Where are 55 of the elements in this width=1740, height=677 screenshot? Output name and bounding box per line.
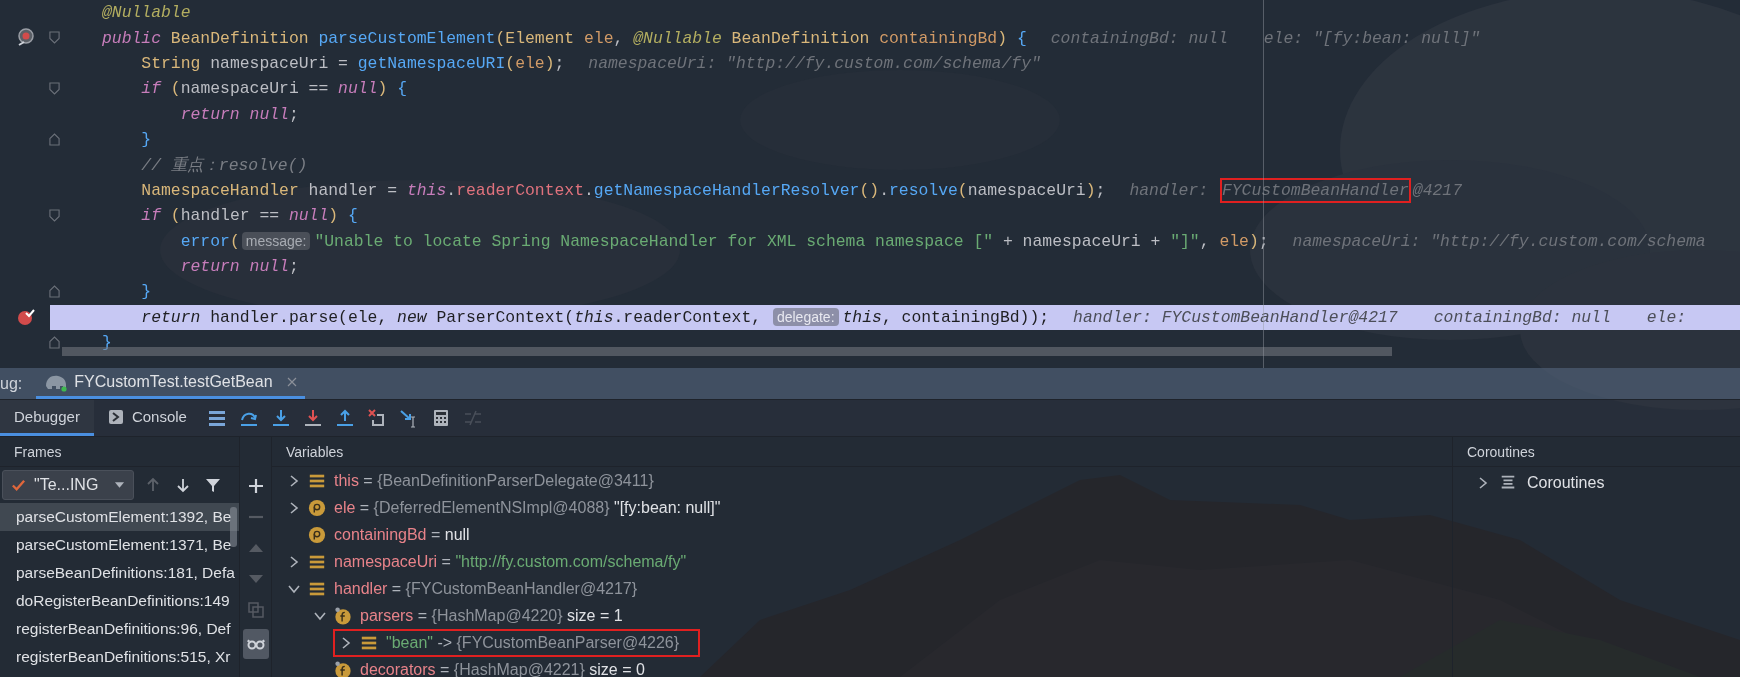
panel-tab[interactable]: Console [93, 400, 201, 436]
stack-frame[interactable]: registerBeanDefinitions:96, Def [0, 615, 239, 643]
variable-value: decorators = {HashMap@4221} size = 0 [360, 660, 645, 677]
scrollbar-thumb[interactable] [230, 507, 237, 547]
code-line: return null; [179, 257, 299, 277]
stack-frame[interactable]: parseBeanDefinitions:181, Defa [0, 559, 239, 587]
glasses-icon[interactable] [242, 629, 269, 659]
stack-frame[interactable]: parseCustomElement:1371, Be [0, 531, 239, 559]
stack-frame[interactable]: parseCustomElement:1392, Be [0, 503, 239, 531]
code-line: if (handler == null) { [140, 206, 358, 226]
inline-hint: handler: FYCustomBeanHandler @4217 [1127, 180, 1464, 200]
coroutine-item[interactable]: Coroutines [1527, 474, 1605, 492]
stack-frame[interactable]: registerBeanDefinitions:515, Xr [0, 643, 239, 671]
code-line: return handler.parse(ele, new ParserContext(this.readerContext, delegate: this, containingBd)); [140, 307, 1050, 327]
variable-value: parsers = {HashMap@4220} size = 1 [360, 606, 623, 625]
variable-value: ele = {DeferredElementNSImpl@4088} "[fy:bean: null]" [334, 498, 721, 517]
variable-value: this = {BeanDefinitionParserDelegate@3411} [334, 471, 654, 490]
field-icon [334, 606, 352, 625]
inline-hint: ele: "[fy:bean: null]" [1262, 28, 1482, 48]
close-icon[interactable] [286, 377, 297, 387]
inline-hint: namespaceUri: "http://fy.custom.com/schema [1291, 231, 1707, 251]
code-line: public BeanDefinition parseCustomElement(Element ele, @Nullable BeanDefinition containingBd) { [102, 28, 1027, 48]
code-line: if (namespaceUri == null) { [140, 79, 407, 99]
field-icon [334, 660, 352, 677]
parameter-icon [308, 525, 326, 544]
variable-value: namespaceUri = "http://fy.custom.com/schema/fy" [334, 552, 687, 571]
inline-hint: containingBd: null [1049, 28, 1229, 48]
panel-label: ug: [0, 373, 24, 394]
method-breakpoint-icon[interactable] [16, 27, 36, 48]
code-line: } [140, 130, 152, 150]
code-line: error( message: "Unable to locate Spring NamespaceHandler for XML schema namespace [" + namespaceUri + "]", ele); [179, 231, 1269, 251]
code-line: } [102, 333, 112, 353]
code-line: String namespaceUri = getNamespaceURI(ele); [140, 53, 565, 73]
variable-value: handler = {FYCustomBeanHandler@4217} [334, 579, 638, 598]
code-line: // 重点：resolve() [140, 155, 308, 177]
panel-title: Variables [272, 437, 1452, 467]
variable-value: "bean" -> {FYCustomBeanParser@4226} [386, 633, 680, 652]
code-line: } [140, 282, 152, 302]
code-line: return null; [179, 104, 299, 124]
thread-dropdown[interactable]: "Te...ING [2, 470, 135, 500]
stack-frame[interactable]: doRegisterBeanDefinitions:149 [0, 587, 239, 615]
inline-hint: ele: [1645, 307, 1688, 327]
inline-hint: handler: FYCustomBeanHandler@4217 [1072, 307, 1399, 327]
variable-value: containingBd = null [334, 525, 470, 544]
session-tab[interactable]: FYCustomTest.testGetBean [36, 368, 305, 399]
inline-hint: containingBd: null [1432, 307, 1612, 327]
panel-title: Coroutines [1453, 437, 1740, 467]
check-icon [11, 477, 26, 493]
code-line: NamespaceHandler handler = this.readerContext.getNamespaceHandlerResolver().resolve(namespaceUri); [140, 180, 1106, 200]
parameter-icon [308, 498, 326, 517]
panel-title: Frames [0, 437, 239, 467]
caret-icon [114, 481, 126, 489]
inline-hint: namespaceUri: "http://fy.custom.com/schema/fy" [587, 53, 1042, 73]
code-line: @Nullable [102, 3, 191, 23]
panel-tab[interactable]: Debugger [0, 400, 94, 436]
